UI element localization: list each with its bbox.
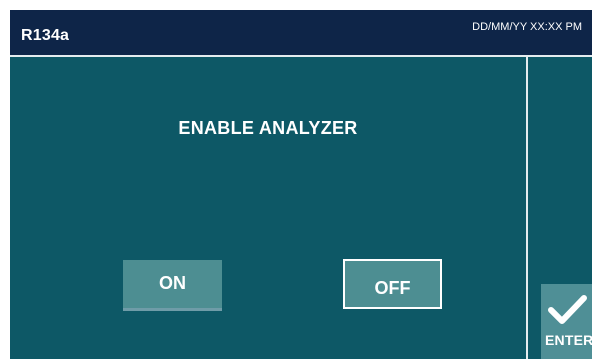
- off-button-label: OFF: [374, 278, 411, 298]
- analyzer-screen: R134a DD/MM/YY XX:XX PM ENABLE ANALYZER …: [10, 10, 592, 359]
- refrigerant-title: R134a: [21, 27, 70, 44]
- off-button[interactable]: OFF: [343, 259, 442, 309]
- prompt-title: ENABLE ANALYZER: [178, 118, 358, 138]
- enter-button[interactable]: ENTER: [541, 284, 592, 359]
- datetime-display: DD/MM/YY XX:XX PM: [472, 21, 582, 33]
- on-button[interactable]: ON: [123, 260, 222, 308]
- checkmark-icon: [548, 295, 587, 324]
- on-button-label: ON: [159, 273, 186, 293]
- sidebar: ENTER: [528, 57, 592, 359]
- enter-button-label: ENTER: [545, 332, 592, 348]
- main-panel: ENABLE ANALYZER ON OFF: [10, 57, 526, 359]
- header-bar: R134a DD/MM/YY XX:XX PM: [10, 10, 592, 55]
